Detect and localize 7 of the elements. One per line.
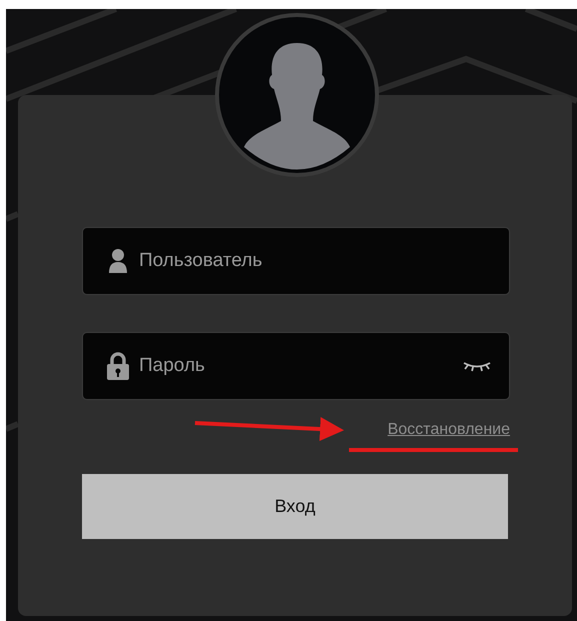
password-field[interactable]: Пароль (82, 332, 510, 400)
eye-closed-icon[interactable] (462, 360, 492, 372)
login-button[interactable]: Вход (82, 474, 508, 539)
user-icon (108, 248, 128, 274)
recovery-link[interactable]: Восстановление (388, 420, 510, 445)
username-field[interactable]: Пользователь (82, 227, 510, 295)
lock-icon (106, 352, 130, 380)
